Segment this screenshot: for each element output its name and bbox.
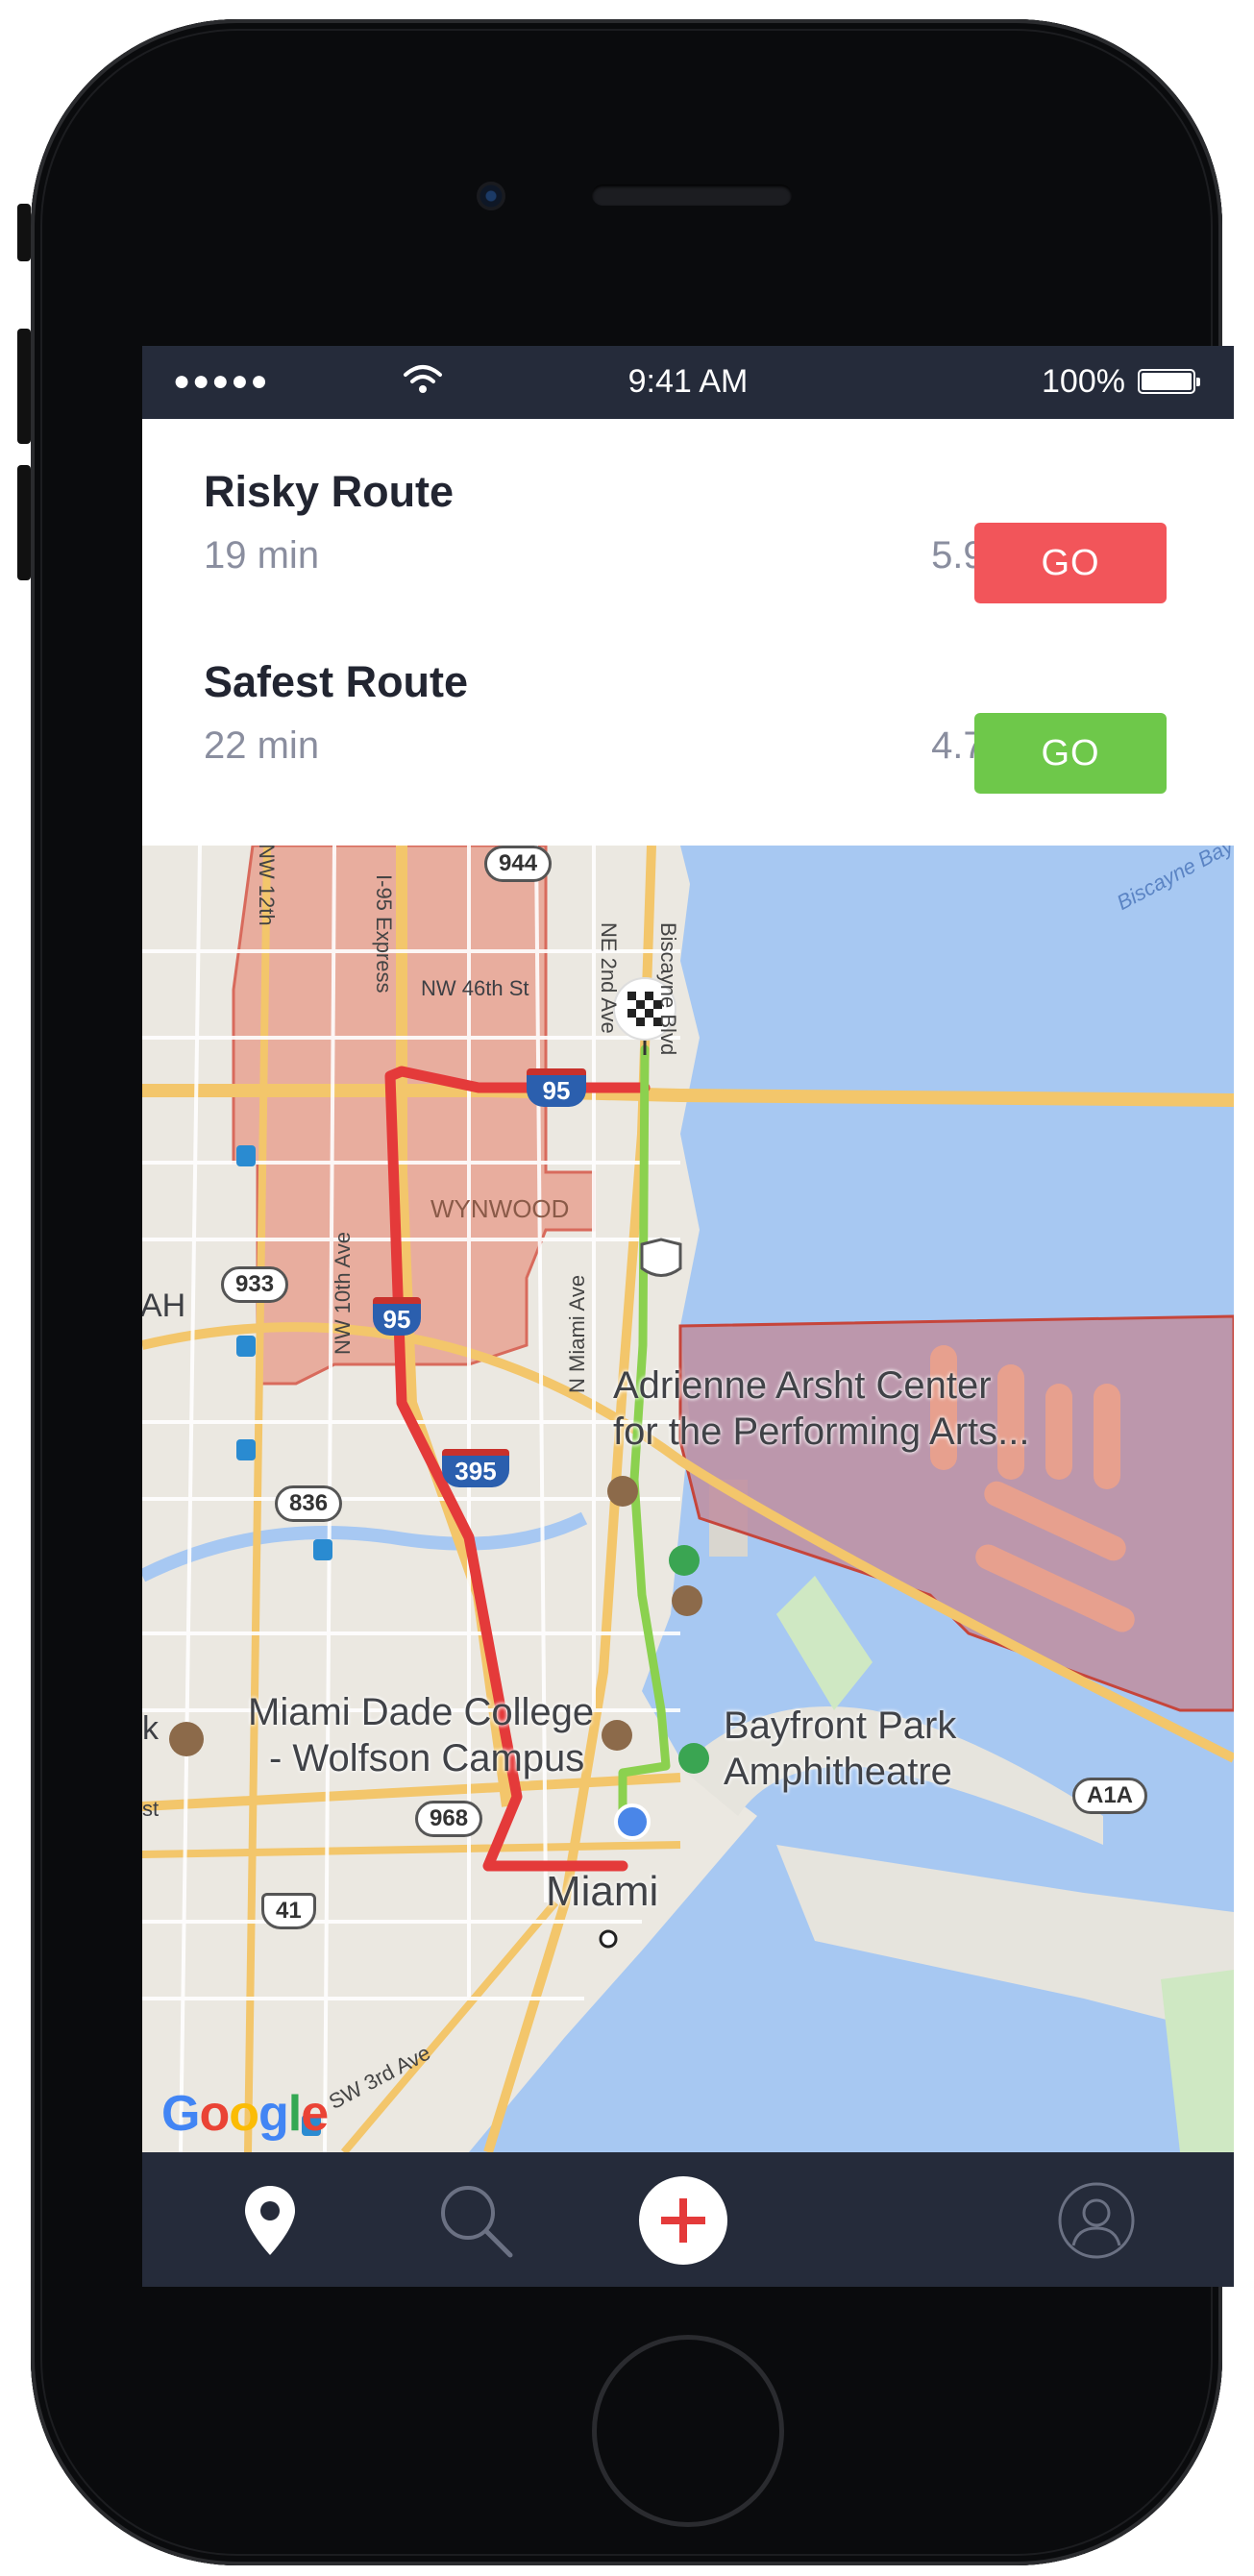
- route-options-panel: Risky Route 19 min 5.9 mi GO Safest Rout…: [142, 419, 1234, 846]
- volume-down-button: [17, 465, 31, 580]
- go-safest-route-button[interactable]: GO: [974, 713, 1167, 794]
- street-label: NW 46th St: [421, 976, 529, 1000]
- poi-label: Amphitheatre: [724, 1751, 952, 1793]
- route-option-risky: Risky Route 19 min 5.9 mi GO: [142, 419, 1234, 611]
- attribution-letter: g: [258, 2086, 289, 2142]
- add-report-icon[interactable]: [638, 2175, 728, 2266]
- front-camera: [477, 182, 505, 210]
- street-label: NW 10th Ave: [331, 1232, 355, 1355]
- route-duration: 19 min: [204, 534, 320, 577]
- mute-switch: [17, 204, 31, 261]
- route-shield: 933: [221, 1266, 289, 1303]
- street-label: N Miami Ave: [565, 1274, 589, 1393]
- street-label: AH: [142, 1288, 186, 1324]
- street-label: Biscayne Blvd: [656, 922, 680, 1056]
- poi-label: - Wolfson Campus: [269, 1737, 585, 1779]
- city-label: Miami: [546, 1868, 659, 1915]
- volume-up-button: [17, 329, 31, 444]
- battery-icon: [1138, 369, 1200, 394]
- earpiece-speaker: [592, 184, 792, 206]
- profile-icon[interactable]: [1051, 2175, 1142, 2266]
- street-label: NE 2nd Ave: [597, 922, 621, 1034]
- route-name: Safest Route: [204, 657, 469, 706]
- route-duration: 22 min: [204, 724, 320, 767]
- attribution-letter: l: [287, 2086, 302, 2142]
- app-screen: ●●●●● 9:41 AM 100% Risky Route 19 min 5.…: [142, 346, 1234, 2287]
- street-label: st: [142, 1797, 160, 1821]
- status-bar: ●●●●● 9:41 AM 100%: [142, 346, 1234, 419]
- attribution-letter: o: [229, 2086, 259, 2142]
- route-shield: 836: [275, 1485, 343, 1522]
- street-label: k: [142, 1710, 159, 1747]
- poi-label: Bayfront Park: [724, 1705, 957, 1747]
- interstate-shield: 95: [373, 1297, 421, 1336]
- poi-label: Adrienne Arsht Center: [613, 1364, 992, 1407]
- street-label: I-95 Express: [372, 874, 396, 994]
- attribution-letter: G: [161, 2086, 200, 2142]
- route-map[interactable]: Adrienne Arsht Center for the Performing…: [142, 846, 1234, 2152]
- route-name: Risky Route: [204, 467, 455, 516]
- phone-frame: ●●●●● 9:41 AM 100% Risky Route 19 min 5.…: [17, 19, 1234, 2565]
- home-button[interactable]: [592, 2335, 784, 2527]
- route-shield: 968: [415, 1801, 483, 1837]
- poi-label: for the Performing Arts...: [613, 1411, 1030, 1453]
- poi-label: Miami Dade College: [248, 1691, 595, 1733]
- interstate-shield: 395: [442, 1449, 509, 1487]
- attribution-letter: o: [199, 2086, 230, 2142]
- route-option-safest: Safest Route 22 min 4.7 mi GO: [142, 609, 1234, 801]
- go-risky-route-button[interactable]: GO: [974, 523, 1167, 603]
- neighborhood-label: WYNWOOD: [430, 1194, 570, 1223]
- route-shield: 41: [261, 1893, 316, 1929]
- river: [142, 1511, 588, 1582]
- street-label: NW 12th: [255, 846, 279, 926]
- google-attribution: Google: [161, 2085, 329, 2143]
- map-pin-icon[interactable]: [225, 2175, 315, 2266]
- attribution-letter: e: [301, 2086, 329, 2142]
- search-icon[interactable]: [430, 2175, 521, 2266]
- current-location-dot: [614, 1803, 651, 1840]
- bottom-tab-bar: [142, 2152, 1234, 2287]
- route-shield: 944: [484, 846, 553, 882]
- battery-percent: 100%: [1042, 363, 1125, 400]
- route-shield: A1A: [1072, 1778, 1148, 1814]
- interstate-shield: 95: [527, 1068, 586, 1107]
